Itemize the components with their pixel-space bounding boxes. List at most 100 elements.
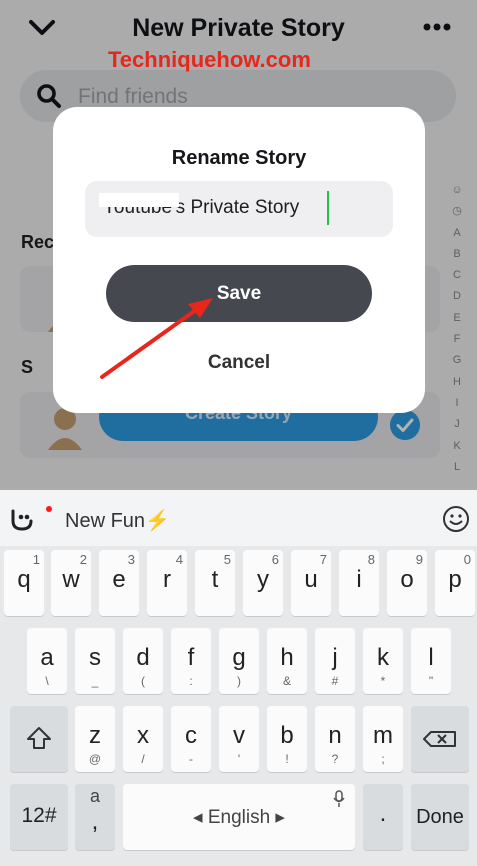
key-hint: 2	[79, 552, 87, 567]
key-o[interactable]: 9o	[387, 550, 427, 616]
key-p[interactable]: 0p	[435, 550, 475, 616]
key-hint: 0	[463, 552, 471, 567]
shift-key[interactable]	[10, 706, 68, 772]
key-label: v	[233, 722, 245, 749]
key-label: f	[187, 644, 195, 671]
key-hint: ;	[381, 752, 385, 766]
key-label: j	[332, 644, 338, 671]
key-label: Done	[416, 806, 464, 828]
key-label: .	[379, 800, 387, 827]
annotation-arrow-icon	[100, 298, 213, 379]
key-hint: 7	[319, 552, 327, 567]
key-hint: ?	[331, 752, 339, 766]
key-label: ◂ English ▸	[193, 807, 285, 828]
key-label: s	[89, 644, 101, 671]
backspace-icon	[423, 731, 456, 747]
key-g[interactable]: g)	[219, 628, 259, 694]
space-language: English	[207, 807, 271, 828]
key-r[interactable]: 4r	[147, 550, 187, 616]
key-label: p	[448, 566, 462, 593]
key-hint: \	[45, 674, 49, 688]
key-hint: )	[237, 674, 241, 688]
key-label: q	[17, 566, 31, 593]
key-hint: 9	[415, 552, 423, 567]
key-hint: '	[237, 752, 241, 766]
key-label: d	[136, 644, 150, 671]
key-a[interactable]: a \	[27, 628, 67, 694]
suggestion-word[interactable]: New Fun⚡	[65, 508, 170, 533]
key-d[interactable]: d(	[123, 628, 163, 694]
key-label: e	[112, 566, 126, 593]
key-hint: *	[380, 674, 386, 688]
key-label: l	[428, 644, 434, 671]
key-q[interactable]: 1q	[4, 550, 44, 616]
key-label: h	[280, 644, 294, 671]
keyboard: New Fun⚡ 1q 2w 3e 4r 5t 6y 7u 8i 9o 0p a…	[0, 490, 477, 866]
key-label: t	[211, 566, 219, 593]
key-label: 12#	[21, 804, 57, 827]
key-t[interactable]: 5t	[195, 550, 235, 616]
key-m[interactable]: m;	[363, 706, 403, 772]
key-label: o	[400, 566, 414, 593]
key-label: u	[304, 566, 318, 593]
key-label: a	[40, 644, 54, 671]
key-label: g	[232, 644, 246, 671]
key-label: w	[62, 566, 80, 593]
key-c[interactable]: c-	[171, 706, 211, 772]
key-hint: 8	[367, 552, 375, 567]
key-h[interactable]: h &	[267, 628, 307, 694]
suggestion-bar: New Fun⚡	[0, 490, 477, 546]
key-label: z	[89, 722, 101, 749]
key-z[interactable]: z @	[75, 706, 115, 772]
key-hint: a	[89, 786, 100, 806]
shift-icon	[27, 727, 51, 749]
key-hint: -	[189, 752, 193, 766]
key-label: c	[185, 722, 197, 749]
key-label: m	[373, 722, 393, 749]
key-hint: @	[88, 752, 102, 766]
keyboard-logo-icon[interactable]	[10, 507, 38, 533]
numbers-key[interactable]: 12#	[10, 784, 68, 850]
key-hint: 4	[175, 552, 183, 567]
key-f[interactable]: f:	[171, 628, 211, 694]
key-label: ,	[91, 808, 99, 835]
notification-dot	[46, 506, 52, 512]
key-k[interactable]: k *	[363, 628, 403, 694]
comma-key[interactable]: a ,	[75, 784, 115, 850]
key-hint: (	[141, 674, 145, 688]
key-hint: #	[331, 674, 339, 688]
key-s[interactable]: s _	[75, 628, 115, 694]
key-y[interactable]: 6y	[243, 550, 283, 616]
microphone-icon	[333, 790, 345, 807]
key-i[interactable]: 8i	[339, 550, 379, 616]
key-hint: 1	[32, 552, 40, 567]
key-label: n	[328, 722, 342, 749]
key-label: r	[163, 566, 171, 593]
key-e[interactable]: 3e	[99, 550, 139, 616]
key-hint: 5	[223, 552, 231, 567]
key-hint: /	[141, 752, 145, 766]
period-key[interactable]: .	[363, 784, 403, 850]
key-hint: "	[428, 674, 434, 688]
key-hint: :	[189, 674, 193, 688]
key-hint: _	[91, 674, 99, 688]
key-b[interactable]: b!	[267, 706, 307, 772]
key-hint: 3	[127, 552, 135, 567]
key-label: y	[257, 566, 269, 593]
key-label: i	[356, 566, 362, 593]
key-n[interactable]: n?	[315, 706, 355, 772]
space-key[interactable]: ◂ English ▸	[123, 784, 355, 850]
key-u[interactable]: 7u	[291, 550, 331, 616]
key-label: x	[137, 722, 149, 749]
key-w[interactable]: 2w	[51, 550, 91, 616]
emoji-icon[interactable]	[442, 505, 470, 533]
key-hint: &	[282, 674, 291, 688]
backspace-key[interactable]	[411, 706, 469, 772]
key-l[interactable]: l "	[411, 628, 451, 694]
key-hint: !	[285, 752, 289, 766]
key-x[interactable]: x /	[123, 706, 163, 772]
done-key[interactable]: Done	[411, 784, 469, 850]
key-j[interactable]: j #	[315, 628, 355, 694]
key-v[interactable]: v '	[219, 706, 259, 772]
key-label: k	[377, 644, 389, 671]
